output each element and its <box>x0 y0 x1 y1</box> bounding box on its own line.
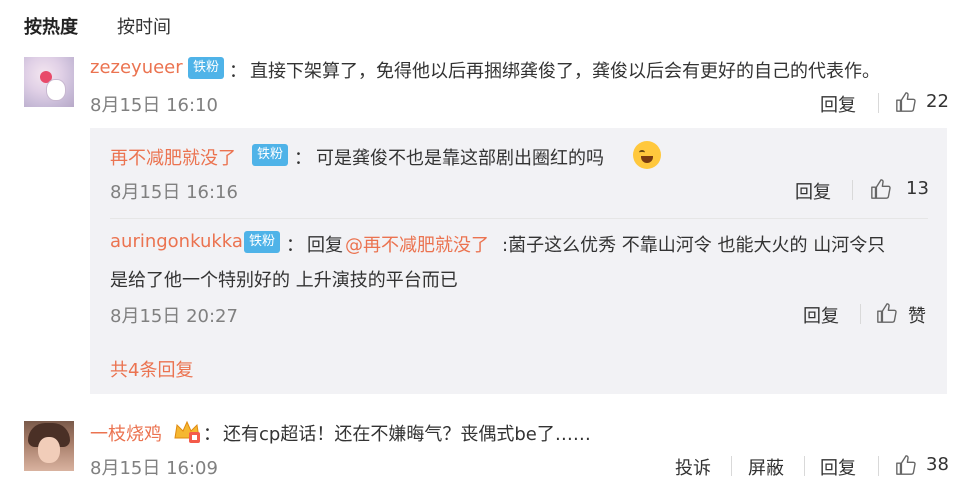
fan-badge: 铁粉 <box>188 57 225 79</box>
comment-username[interactable]: 一枝烧鸡 <box>90 420 162 446</box>
tab-hot[interactable]: 按热度 <box>24 13 78 39</box>
avatar[interactable] <box>24 421 74 471</box>
divider <box>852 180 853 200</box>
thumbs-up-icon[interactable] <box>870 178 892 200</box>
reply-time: 8月15日 20:27 <box>110 306 238 327</box>
more-replies-link[interactable]: 共4条回复 <box>110 356 193 382</box>
thumbs-up-icon[interactable] <box>895 91 917 113</box>
reply-text-line2: 是给了他一个特别好的 上升演技的平台而已 <box>110 270 458 291</box>
reply-button[interactable]: 回复 <box>820 91 856 117</box>
tab-time[interactable]: 按时间 <box>117 13 171 39</box>
reply-text: 可是龚俊不也是靠这部剧出圈红的吗 <box>316 148 604 169</box>
comment-colon: ： <box>229 61 247 82</box>
crown-badge-icon <box>174 420 200 443</box>
comment-colon: ： <box>203 424 221 445</box>
fan-badge: 铁粉 <box>244 231 281 253</box>
reply-colon: ： <box>286 235 304 256</box>
like-count: 13 <box>906 178 929 199</box>
reply-button[interactable]: 回复 <box>820 454 856 480</box>
avatar-face <box>38 437 60 463</box>
divider <box>860 304 861 324</box>
mention-link[interactable]: @再不减肥就没了 <box>345 231 489 257</box>
avatar[interactable] <box>24 57 74 107</box>
reply-time: 8月15日 16:16 <box>110 182 238 203</box>
reply-button[interactable]: 回复 <box>803 302 839 328</box>
divider <box>731 456 732 476</box>
comment-time: 8月15日 16:10 <box>90 95 218 116</box>
divider <box>878 93 879 113</box>
block-button[interactable]: 屏蔽 <box>748 454 784 480</box>
like-label[interactable]: 赞 <box>908 302 926 328</box>
reply-button[interactable]: 回复 <box>795 178 831 204</box>
comment-text: 直接下架算了，免得他以后再捆绑龚俊了，龚俊以后会有更好的自己的代表作。 <box>250 61 880 82</box>
comment-time: 8月15日 16:09 <box>90 458 218 479</box>
laugh-cry-emoji-icon <box>633 141 661 169</box>
thumbs-up-icon[interactable] <box>876 302 898 324</box>
avatar-face <box>46 79 66 101</box>
reply-text-line1: :菌子这么优秀 不靠山河令 也能大火的 山河令只 <box>502 235 886 256</box>
comment-text: 还有cp超话！还在不嫌晦气？丧偶式be了…… <box>223 424 591 445</box>
reply-prefix: 回复 <box>307 235 343 256</box>
divider <box>878 456 879 476</box>
reply-username[interactable]: auringonkukka <box>110 231 243 252</box>
thumbs-up-icon[interactable] <box>895 454 917 476</box>
like-count: 38 <box>926 454 949 475</box>
reply-divider <box>110 218 928 219</box>
reply-username[interactable]: 再不减肥就没了 <box>110 144 236 170</box>
fan-badge: 铁粉 <box>252 144 289 166</box>
like-count: 22 <box>926 91 949 112</box>
report-button[interactable]: 投诉 <box>675 454 711 480</box>
reply-colon: ： <box>294 148 312 169</box>
divider <box>804 456 805 476</box>
comment-username[interactable]: zezeyueer <box>90 57 183 78</box>
